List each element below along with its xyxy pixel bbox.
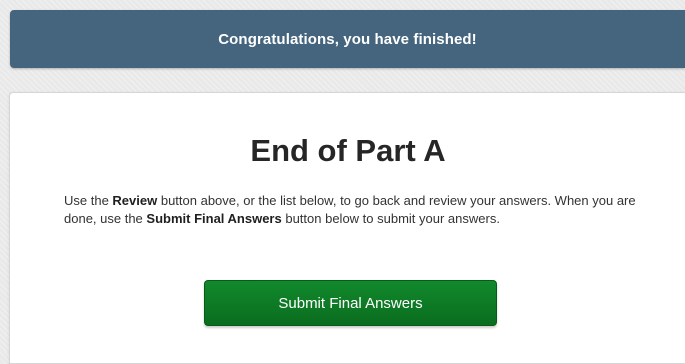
page-title: End of Part A bbox=[250, 133, 446, 168]
submit-keyword: Submit Final Answers bbox=[146, 211, 282, 226]
review-keyword: Review bbox=[112, 193, 158, 208]
instructions-part3: button below to submit your answers. bbox=[281, 211, 500, 226]
instructions-part1: Use the bbox=[64, 193, 113, 208]
submit-final-answers-button[interactable]: Submit Final Answers bbox=[204, 280, 497, 326]
end-of-part-panel: End of Part A Use the Review button abov… bbox=[9, 92, 685, 364]
completion-message: Congratulations, you have finished! bbox=[218, 30, 477, 48]
completion-banner: Congratulations, you have finished! bbox=[10, 10, 685, 68]
instructions-text: Use the Review button above, or the list… bbox=[64, 192, 639, 228]
